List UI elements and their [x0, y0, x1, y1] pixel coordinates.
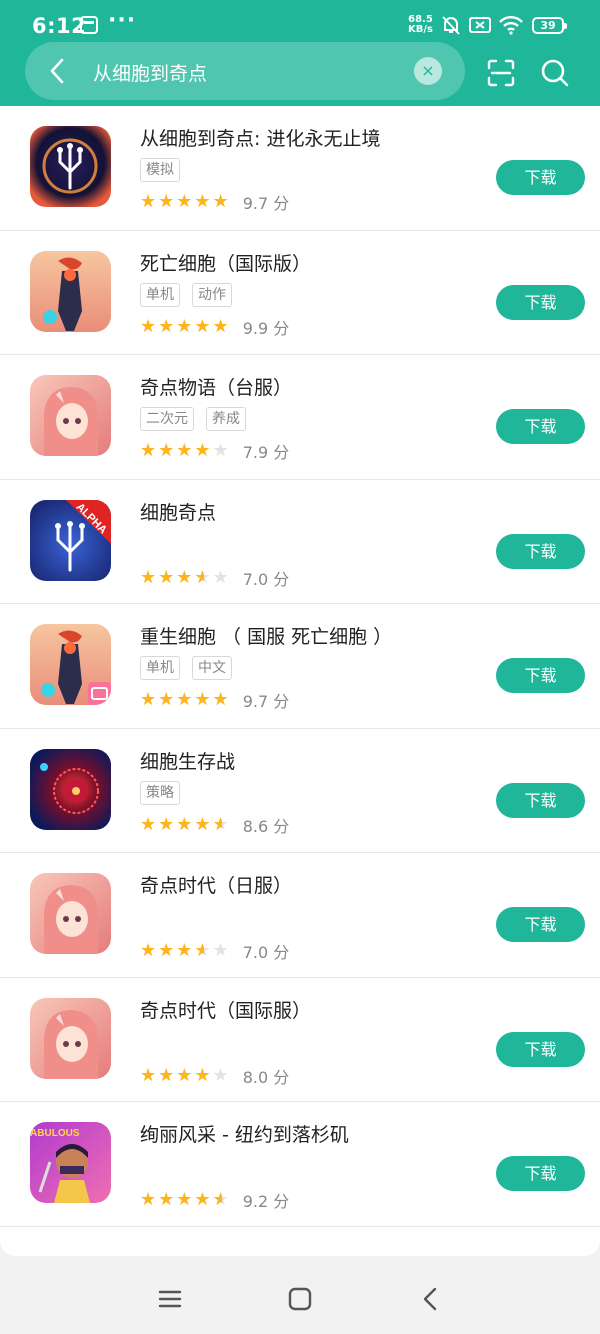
rating-stars: ★★★★★★★★★★: [140, 1064, 231, 1086]
search-input[interactable]: 从细胞到奇点: [93, 59, 207, 86]
download-button[interactable]: 下载: [496, 1156, 585, 1191]
rating-score: 9.7 分: [242, 692, 290, 711]
app-row-dead-cells-cn[interactable]: 重生细胞 （ 国服 死亡细胞 ） 单机 中文 ★★★★★ ★★★★★ 9.7 分 下…: [0, 604, 600, 729]
app-tags: 模拟: [140, 158, 192, 182]
app-title[interactable]: 死亡细胞（国际版）: [140, 249, 311, 276]
app-rating: ★★★★★★★★★★ 7.0 分: [140, 566, 289, 590]
app-row-singularity-era-jp[interactable]: 奇点时代（日服） ★★★★★★★★★★ 7.0 分 下载: [0, 853, 600, 978]
wifi-icon: [499, 16, 523, 35]
app-notification-icon: [80, 16, 98, 34]
app-rating: ★★★★★ ★★★★★ 9.7 分: [140, 688, 289, 712]
app-tags: 二次元 养成: [140, 407, 258, 431]
app-title[interactable]: 重生细胞 （ 国服 死亡细胞 ）: [140, 622, 392, 649]
app-rating: ★★★★★★★★★★ 7.9 分: [140, 439, 289, 463]
search-icon[interactable]: [540, 58, 570, 88]
battery-icon: 39: [532, 17, 567, 34]
network-speed-unit: KB/s: [408, 24, 433, 35]
home-icon[interactable]: [285, 1284, 315, 1314]
back-icon[interactable]: [416, 1284, 446, 1314]
back-arrow-icon[interactable]: [43, 56, 73, 86]
app-tag: 动作: [192, 282, 232, 307]
app-tag: 二次元: [140, 407, 194, 431]
network-speed: 68.5 KB/s: [408, 15, 433, 35]
search-bar[interactable]: 从细胞到奇点 ×: [25, 42, 465, 100]
app-rating: ★★★★★ ★★★★★ 9.2 分: [140, 1188, 289, 1212]
more-notifications-icon: ···: [108, 8, 137, 33]
rating-stars: ★★★★★★★★★★: [140, 813, 231, 835]
app-tags: 策略: [140, 780, 192, 805]
anime-girl-icon: [30, 873, 111, 954]
system-nav-bar: [0, 1266, 600, 1334]
rating-score: 9.9 分: [242, 318, 290, 338]
cell-to-singularity-icon: [30, 126, 111, 207]
app-row-cell-survival[interactable]: 细胞生存战 策略 ★★★★★ ★★★★★ 8.6 分 下载: [0, 729, 600, 853]
cell-survival-icon: [30, 748, 111, 830]
app-rating: ★★★★★ ★★★★★ 9.9 分: [140, 315, 289, 339]
app-title[interactable]: 奇点物语（台服）: [140, 373, 292, 400]
search-results-list: 从细胞到奇点: 进化永无止境 模拟 ★★★★★ ★★★★★ 9.7 分 下载 死亡…: [0, 106, 600, 1256]
app-title[interactable]: 绚丽风采 - 纽约到落杉矶: [140, 1120, 349, 1147]
app-tag: 策略: [140, 780, 180, 805]
download-button[interactable]: 下载: [496, 658, 585, 693]
app-tag: 单机: [140, 656, 180, 680]
fabulous-badge: FABULOUS: [30, 1128, 80, 1139]
app-title[interactable]: 奇点时代（日服）: [140, 871, 292, 898]
app-tags: 单机 中文: [140, 656, 244, 680]
mute-bell-icon: [442, 16, 460, 35]
app-tag: 模拟: [140, 158, 180, 182]
rating-stars: ★★★★★★★★★★: [140, 440, 231, 461]
download-button[interactable]: 下载: [496, 284, 585, 320]
rating-score: 7.0 分: [242, 943, 290, 962]
fabulous-icon: FABULOUS: [30, 1122, 111, 1203]
app-tag: 单机: [140, 282, 180, 307]
app-tag: 养成: [206, 407, 246, 431]
header: 6:12 ··· 68.5 KB/s 39 从细胞到奇点 ×: [0, 0, 600, 106]
no-sim-icon: [469, 17, 491, 33]
cell-singularity-alpha-icon: ALPHA: [30, 499, 111, 581]
app-rating: ★★★★★ ★★★★★ 9.7 分: [140, 190, 289, 214]
rating-stars: ★★★★★★★★★★: [140, 940, 231, 961]
app-title[interactable]: 细胞奇点: [140, 498, 216, 525]
rating-stars: ★★★★★★★★★★: [140, 1189, 231, 1210]
download-button[interactable]: 下载: [496, 533, 585, 569]
app-rating: ★★★★★ ★★★★★ 8.6 分: [140, 813, 289, 837]
app-tags: 单机 动作: [140, 282, 244, 307]
app-row-cell-to-singularity[interactable]: 从细胞到奇点: 进化永无止境 模拟 ★★★★★ ★★★★★ 9.7 分 下载: [0, 106, 600, 231]
rating-stars: ★★★★★★★★★★: [140, 566, 231, 588]
rating-score: 8.0 分: [242, 1067, 290, 1087]
menu-icon[interactable]: [155, 1284, 185, 1314]
dead-cells-cn-icon: [30, 624, 111, 705]
app-row-singularity-era-intl[interactable]: 奇点时代（国际服） ★★★★★★★★★★ 8.0 分 下载: [0, 978, 600, 1102]
rating-score: 8.6 分: [242, 816, 290, 836]
status-bar: 6:12 ··· 68.5 KB/s 39: [0, 0, 600, 44]
rating-stars: ★★★★★★★★★★: [140, 689, 231, 710]
rating-stars: ★★★★★★★★★★: [140, 191, 231, 212]
download-button[interactable]: 下载: [496, 160, 585, 195]
app-rating: ★★★★★★★★★★ 7.0 分: [140, 939, 289, 963]
scan-icon[interactable]: [486, 58, 516, 88]
app-row-singularity-story-tw[interactable]: 奇点物语（台服） 二次元养成 ★★★★★★★★★★ 7.9 分 下载: [0, 355, 600, 480]
download-button[interactable]: 下载: [496, 907, 585, 942]
rating-stars: ★★★★★★★★★★: [140, 315, 231, 337]
download-button[interactable]: 下载: [496, 782, 585, 818]
rating-score: 9.7 分: [242, 194, 290, 213]
rating-score: 9.2 分: [242, 1192, 290, 1211]
app-rating: ★★★★★★★★★★ 8.0 分: [140, 1064, 289, 1088]
app-row-cell-singularity[interactable]: ALPHA 细胞奇点 ★★★★★★★★★★ 7.0 分 下载: [0, 480, 600, 604]
dead-cells-icon: [30, 250, 111, 332]
anime-girl-icon: [30, 375, 111, 456]
anime-girl-icon: [30, 997, 111, 1079]
app-title[interactable]: 细胞生存战: [140, 747, 235, 774]
app-title[interactable]: 奇点时代（国际服）: [140, 996, 311, 1023]
app-row-fabulous[interactable]: FABULOUS 绚丽风采 - 纽约到落杉矶 ★★★★★ ★★★★★ 9.2 分 …: [0, 1102, 600, 1227]
rating-score: 7.0 分: [242, 569, 290, 589]
rating-score: 7.9 分: [242, 443, 290, 462]
app-row-dead-cells-intl[interactable]: 死亡细胞（国际版） 单机 动作 ★★★★★ ★★★★★ 9.9 分 下载: [0, 231, 600, 355]
download-button[interactable]: 下载: [496, 409, 585, 444]
download-button[interactable]: 下载: [496, 1031, 585, 1067]
clear-search-button[interactable]: ×: [414, 57, 442, 85]
app-tag: 中文: [192, 656, 232, 680]
app-title[interactable]: 从细胞到奇点: 进化永无止境: [140, 124, 380, 151]
status-time: 6:12: [32, 14, 87, 38]
